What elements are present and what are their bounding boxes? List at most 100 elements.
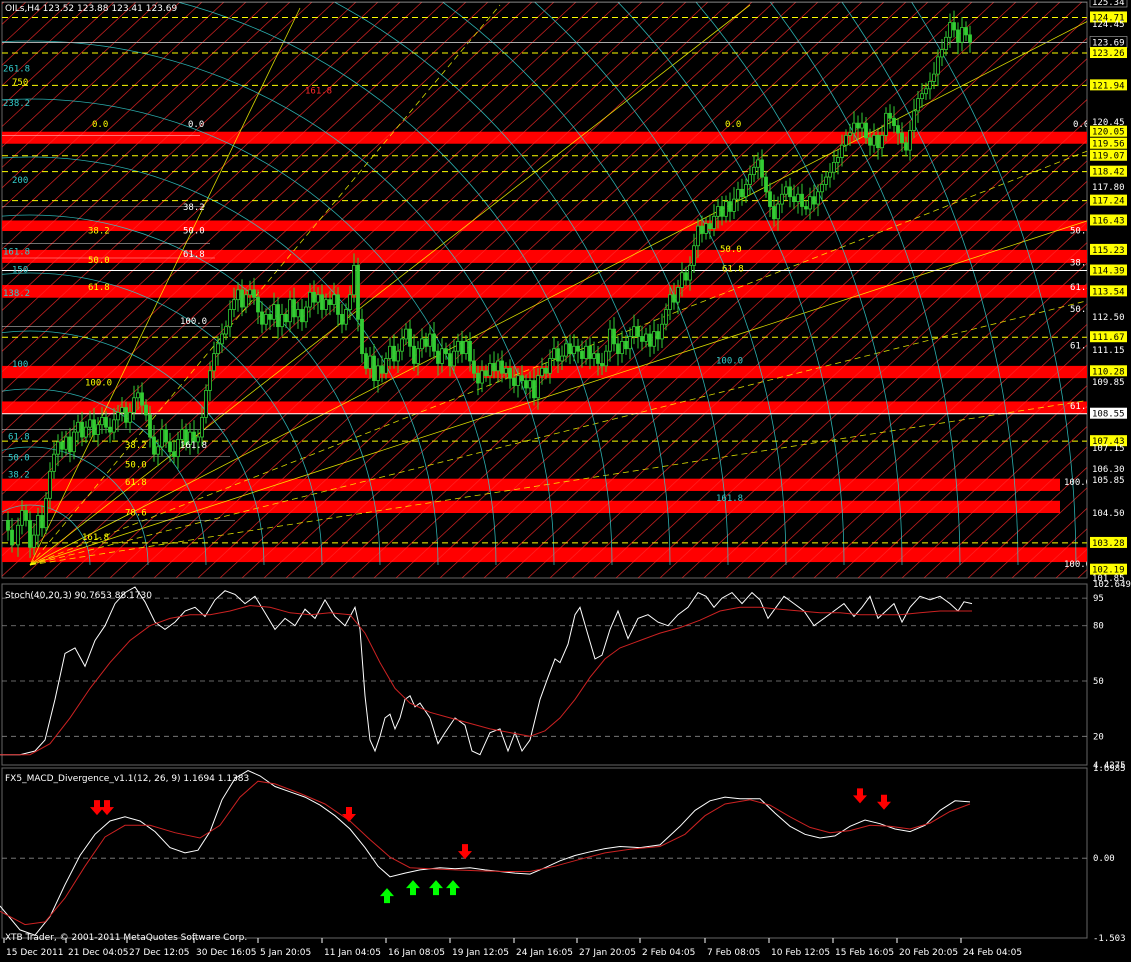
macd-tick: -1.503 (1093, 934, 1126, 944)
candle-body (684, 272, 688, 281)
candle-body (256, 296, 260, 313)
candle-body (284, 313, 288, 323)
candle-body (560, 355, 564, 362)
candle-body (508, 367, 512, 379)
candle-body (780, 193, 784, 205)
candle-body (688, 264, 692, 281)
candle-body (764, 176, 768, 193)
price-tick: 124.45 (1092, 20, 1125, 30)
candle-body (332, 294, 336, 305)
candle-body (676, 287, 680, 303)
fib-label: 0.0 (92, 120, 108, 130)
candle-body (276, 304, 280, 328)
candle-body (612, 328, 616, 345)
fib-label: 61.8 (722, 264, 744, 274)
fib-label: 161.8 (3, 247, 30, 257)
candle-body (384, 358, 388, 374)
price-tick: 119.07 (1092, 152, 1125, 162)
time-tick-label: 24 Feb 04:05 (963, 948, 1022, 958)
candle-body (784, 186, 788, 195)
stoch-tick: 20 (1093, 732, 1104, 742)
candle-body (660, 323, 664, 340)
price-tick: 107.15 (1092, 444, 1125, 454)
candle-body (860, 122, 864, 129)
candle-body (336, 294, 340, 315)
candle-body (856, 122, 860, 129)
candle-body (536, 375, 540, 399)
price-tick: 123.69 (1092, 38, 1125, 48)
candle-body (136, 392, 140, 399)
candle-body (212, 353, 216, 372)
candle-body (204, 390, 208, 418)
candle-body (324, 299, 328, 310)
candle-body (828, 171, 832, 178)
candle-body (600, 363, 604, 367)
candle-body (576, 345, 580, 352)
fib-label: 0.0 (725, 120, 741, 130)
candle-body (584, 345, 588, 359)
fib-label: 100.0 (180, 317, 207, 327)
candle-body (644, 333, 648, 342)
candle-body (924, 88, 928, 95)
candle-body (408, 328, 412, 347)
candle-body (260, 311, 264, 325)
candle-body (776, 203, 780, 220)
stoch-tick: 80 (1093, 622, 1104, 632)
candle-body (960, 27, 964, 43)
candle-body (744, 184, 748, 198)
candle-body (180, 429, 184, 440)
time-tick-label: 2 Feb 04:05 (642, 948, 695, 958)
candle-body (120, 407, 124, 413)
candle-body (104, 416, 108, 428)
candle-body (376, 365, 380, 382)
candle-body (752, 166, 756, 176)
price-tick: 105.85 (1092, 476, 1125, 486)
time-tick-label: 19 Jan 12:05 (452, 948, 509, 958)
candle-body (464, 340, 468, 355)
candle-body (556, 348, 560, 362)
candle-body (416, 348, 420, 364)
candle-body (848, 132, 852, 136)
candle-body (956, 29, 960, 43)
candle-body (928, 81, 932, 90)
symbol-info: OILs,H4 123.52 123.88 123.41 123.69 (5, 4, 177, 14)
candle-body (884, 112, 888, 136)
candle-body (580, 350, 584, 359)
candle-body (452, 350, 456, 367)
price-tick: 111.67 (1092, 333, 1125, 343)
candle-body (968, 34, 972, 43)
fib-label: 50.0 (125, 461, 147, 471)
time-tick-label: 10 Feb 12:05 (771, 948, 830, 958)
candle-body (20, 510, 24, 526)
candle-body (604, 350, 608, 367)
fib-label: 38.2 (88, 226, 110, 236)
price-tick: 118.42 (1092, 168, 1125, 178)
candle-body (316, 294, 320, 303)
fib-label: 161.8 (716, 494, 743, 504)
candle-body (724, 201, 728, 217)
candle-body (836, 157, 840, 163)
candle-body (60, 441, 64, 450)
candle-body (936, 56, 940, 75)
candle-body (500, 360, 504, 374)
candle-body (172, 451, 176, 458)
candle-body (280, 313, 284, 328)
candle-body (912, 110, 916, 131)
candle-body (880, 134, 884, 149)
candle-body (6, 519, 10, 531)
price-tick: 103.28 (1092, 539, 1125, 549)
price-tick: 121.94 (1092, 81, 1125, 91)
fib-label: 50.0 (183, 226, 205, 236)
candle-body (444, 348, 448, 355)
candle-body (228, 309, 232, 328)
candle-body (340, 313, 344, 325)
candle-body (544, 367, 548, 374)
trading-chart[interactable]: 261.8 750 238.2 0.0 0.0 0.0 0.0 161.8 200 38.2 38.… (0, 0, 1131, 962)
candle-body (504, 367, 508, 374)
candle-body (220, 333, 224, 345)
candle-body (304, 306, 308, 323)
price-tick: 114.39 (1092, 267, 1125, 277)
candle-body (244, 294, 248, 308)
candle-body (572, 345, 576, 355)
candle-body (208, 370, 212, 391)
